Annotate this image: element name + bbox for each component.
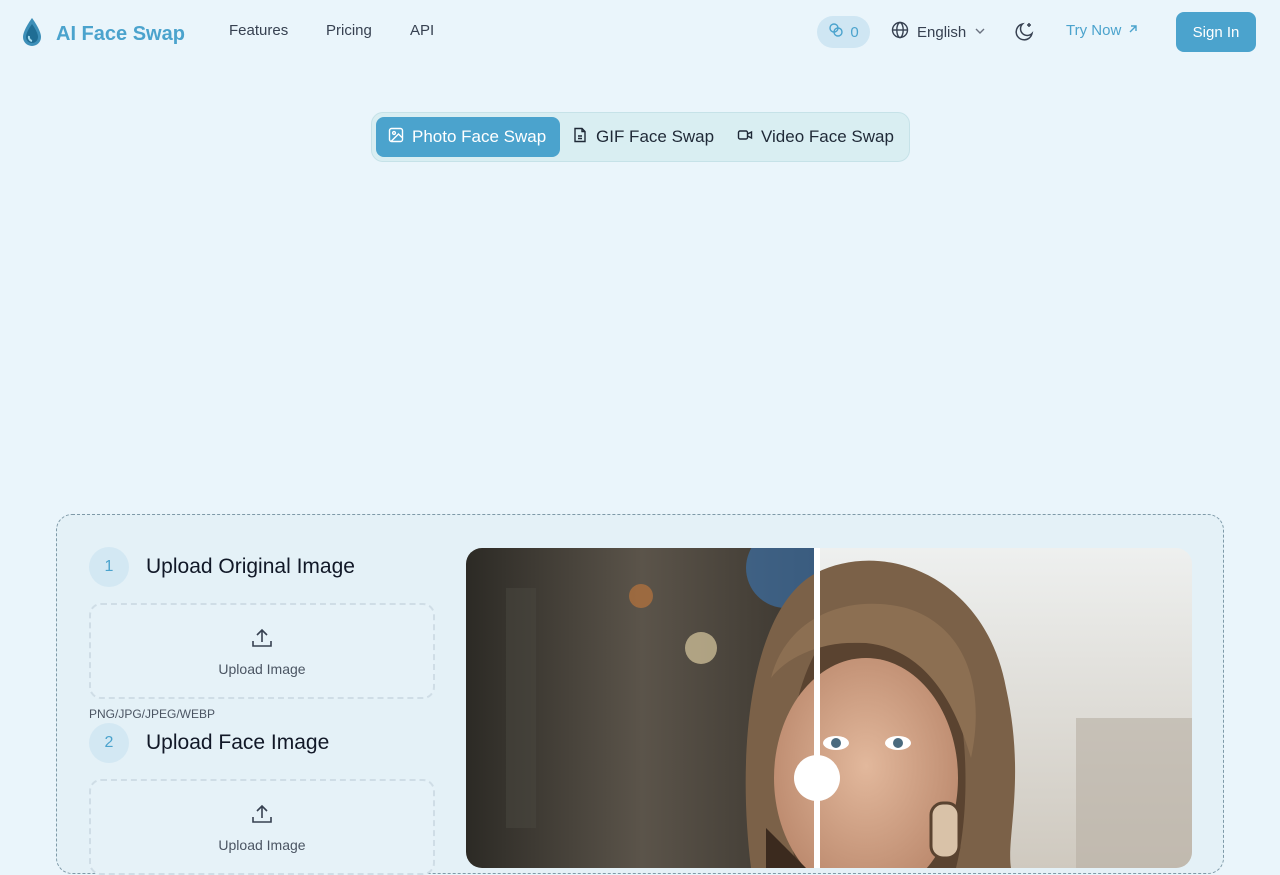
step-2-title: Upload Face Image [146,731,330,754]
tab-gif-face-swap[interactable]: GIF Face Swap [560,117,726,157]
swap-mode-tabs: Photo Face Swap GIF Face Swap Video Face… [371,112,910,162]
brand-name: AI Face Swap [56,23,185,45]
tab-video-label: Video Face Swap [761,127,894,146]
upload-icon [250,626,274,655]
chevron-down-icon [974,24,986,41]
credits-count: 0 [850,23,859,41]
before-after-preview[interactable] [466,548,1192,868]
original-image-dropzone[interactable]: Upload Image [89,603,435,699]
coins-icon [828,22,844,42]
credits-badge[interactable]: 0 [817,16,870,48]
tab-gif-label: GIF Face Swap [596,127,715,146]
upload-face-label: Upload Image [218,836,306,853]
top-navbar: AI Face Swap Features Pricing API 0 Engl… [0,0,1280,64]
globe-icon [891,21,909,43]
sign-in-button[interactable]: Sign In [1176,12,1256,52]
moon-sparkle-icon [1014,22,1036,46]
theme-toggle-button[interactable] [1014,20,1036,47]
tab-photo-label: Photo Face Swap [412,127,547,146]
file-icon [572,127,588,148]
brand[interactable]: AI Face Swap [20,16,185,53]
upload-icon [250,802,274,831]
image-icon [388,127,404,148]
nav-features-link[interactable]: Features [229,22,288,39]
step-1-badge: 1 [89,547,129,587]
nav-pricing-link[interactable]: Pricing [326,22,372,39]
try-now-link[interactable]: Try Now [1066,22,1139,39]
tab-video-face-swap[interactable]: Video Face Swap [725,117,906,157]
file-format-hint: PNG/JPG/JPEG/WEBP [89,707,216,721]
face-image-dropzone[interactable]: Upload Image [89,779,435,875]
water-drop-logo-icon [20,16,44,53]
language-label: English [917,23,967,41]
step-2-badge: 2 [89,723,129,763]
step-1-title: Upload Original Image [146,555,355,578]
arrow-up-right-icon [1127,22,1139,39]
preview-photo [466,548,1192,868]
upload-original-label: Upload Image [218,660,306,677]
tab-photo-face-swap[interactable]: Photo Face Swap [376,117,560,157]
try-now-label: Try Now [1066,22,1122,39]
video-icon [737,127,753,148]
nav-api-link[interactable]: API [410,22,434,39]
language-selector[interactable]: English [891,21,986,43]
